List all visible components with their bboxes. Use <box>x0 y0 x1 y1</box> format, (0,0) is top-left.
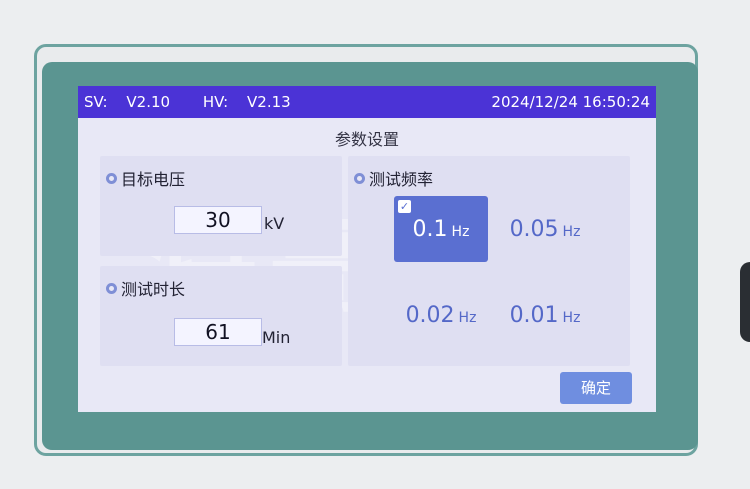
frequency-option-0-01[interactable]: 0.01 Hz <box>498 282 592 348</box>
hv-value: V2.13 <box>247 93 291 111</box>
frequency-option-0-05[interactable]: 0.05 Hz <box>498 196 592 262</box>
voltage-label: 目标电压 <box>106 166 185 190</box>
frequency-panel: 测试频率 ✓ 0.1 Hz 0.05 Hz 0.02 Hz 0.01 Hz <box>348 156 630 366</box>
status-bar: SV: V2.10 HV: V2.13 2024/12/24 16:50:24 <box>78 86 656 118</box>
device-knob <box>740 262 750 342</box>
time-label: 测试时长 <box>106 276 185 300</box>
frequency-value: 0.02 <box>405 302 455 328</box>
frequency-option-0-1[interactable]: ✓ 0.1 Hz <box>394 196 488 262</box>
sv-label: SV: <box>84 93 108 111</box>
frequency-label-text: 测试频率 <box>369 170 434 189</box>
hv-version: HV: V2.13 <box>203 93 305 111</box>
hv-label: HV: <box>202 93 229 111</box>
time-unit: Min <box>262 328 291 347</box>
frequency-unit: Hz <box>458 310 477 326</box>
version-info: SV: V2.10 HV: V2.13 <box>84 93 319 111</box>
radio-dot-icon <box>106 282 117 294</box>
frequency-value: 0.01 <box>509 302 559 328</box>
confirm-button[interactable]: 确定 <box>560 372 632 404</box>
frequency-value: 0.1 <box>412 216 448 242</box>
frequency-option-0-02[interactable]: 0.02 Hz <box>394 282 488 348</box>
page-title: 参数设置 <box>334 130 399 149</box>
checkbox-checked-icon: ✓ <box>398 200 411 213</box>
sv-value: V2.10 <box>126 93 171 111</box>
screen: SV: V2.10 HV: V2.13 2024/12/24 16:50:24 … <box>78 86 656 412</box>
frequency-label: 测试频率 <box>354 166 433 190</box>
time-label-text: 测试时长 <box>121 280 186 299</box>
radio-dot-icon <box>106 172 117 184</box>
frequency-unit: Hz <box>451 224 470 240</box>
frequency-value: 0.05 <box>509 216 559 242</box>
datetime: 2024/12/24 16:50:24 <box>491 93 650 111</box>
voltage-label-text: 目标电压 <box>121 170 186 189</box>
time-panel: 测试时长 61 Min <box>100 266 342 366</box>
radio-dot-icon <box>354 172 365 184</box>
voltage-panel: 目标电压 30 kV <box>100 156 342 256</box>
frequency-unit: Hz <box>562 224 581 240</box>
voltage-unit: kV <box>264 214 285 233</box>
voltage-input[interactable]: 30 <box>174 206 262 234</box>
frequency-unit: Hz <box>562 310 581 326</box>
time-input[interactable]: 61 <box>174 318 262 346</box>
sv-version: SV: V2.10 <box>84 93 184 111</box>
